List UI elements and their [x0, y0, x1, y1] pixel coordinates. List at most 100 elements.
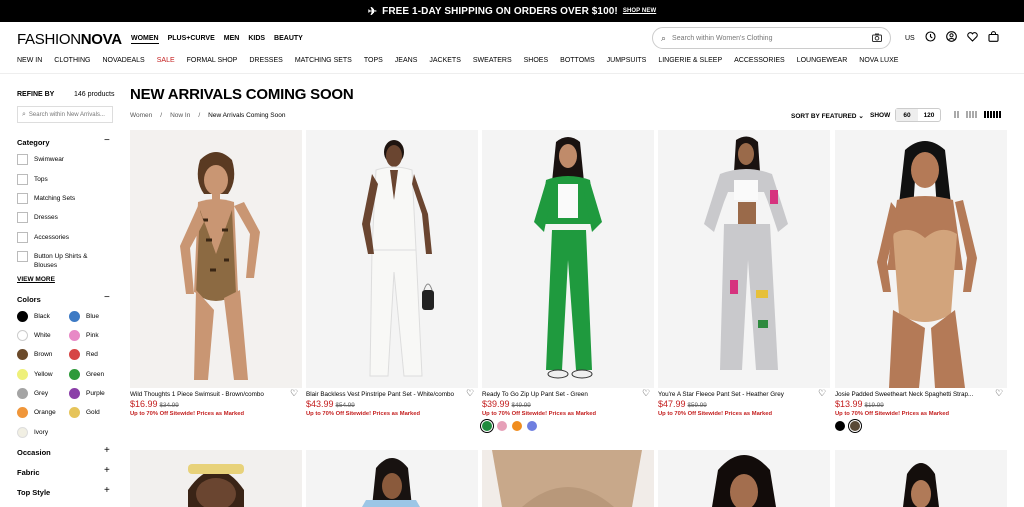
- collapse-icon[interactable]: −: [104, 136, 110, 146]
- product-name[interactable]: Blair Backless Vest Pinstripe Pant Set -…: [306, 391, 466, 398]
- color-option-red[interactable]: Red: [69, 349, 98, 360]
- product-name[interactable]: Wild Thoughts 1 Piece Swimsuit - Brown/c…: [130, 391, 290, 398]
- category-option[interactable]: Swimwear: [17, 154, 104, 165]
- expand-icon[interactable]: +: [104, 466, 110, 476]
- nav-women[interactable]: WOMEN: [131, 35, 159, 44]
- checkbox[interactable]: [17, 232, 28, 243]
- product-image[interactable]: [130, 130, 302, 388]
- product-image[interactable]: [306, 450, 478, 507]
- wishlist-heart-icon[interactable]: ♡: [818, 389, 826, 398]
- catnav-sale[interactable]: SALE: [157, 57, 175, 64]
- product-card[interactable]: Wild Thoughts 1 Piece Swimsuit - Brown/c…: [130, 130, 302, 417]
- product-image[interactable]: [306, 130, 478, 388]
- catnav-loungewear[interactable]: LOUNGEWEAR: [797, 57, 848, 64]
- catnav-jumpsuits[interactable]: JUMPSUITS: [607, 57, 647, 64]
- product-image[interactable]: [482, 130, 654, 388]
- occasion-filter-title[interactable]: Occasion: [17, 448, 51, 457]
- collapse-icon[interactable]: −: [104, 293, 110, 303]
- checkbox[interactable]: [17, 212, 28, 223]
- catnav-tops[interactable]: TOPS: [364, 57, 383, 64]
- category-option[interactable]: Matching Sets: [17, 193, 104, 204]
- product-name[interactable]: You're A Star Fleece Pant Set - Heather …: [658, 391, 818, 398]
- grid-2-icon[interactable]: [954, 111, 959, 118]
- shopping-bag-icon[interactable]: [988, 31, 999, 45]
- show-120-option[interactable]: 120: [918, 109, 940, 121]
- nav-kids[interactable]: KIDS: [248, 35, 265, 44]
- checkbox[interactable]: [17, 174, 28, 185]
- swatch-orange[interactable]: [512, 421, 522, 431]
- checkbox[interactable]: [17, 251, 28, 262]
- shop-new-link[interactable]: SHOP NEW: [623, 8, 656, 14]
- product-image[interactable]: [130, 450, 302, 507]
- catnav-new-in[interactable]: NEW IN: [17, 57, 42, 64]
- grid-3-icon[interactable]: [966, 111, 977, 118]
- checkbox[interactable]: [17, 154, 28, 165]
- swatch-blue[interactable]: [527, 421, 537, 431]
- swatch-black[interactable]: [835, 421, 845, 431]
- catnav-matching-sets[interactable]: MATCHING SETS: [295, 57, 352, 64]
- category-option[interactable]: Button Up Shirts & Blouses: [17, 251, 104, 270]
- history-icon[interactable]: [925, 31, 936, 45]
- color-option-pink[interactable]: Pink: [69, 330, 99, 341]
- sidebar-search-input[interactable]: ⌕ Search within New Arrivals...: [17, 106, 113, 123]
- wishlist-heart-icon[interactable]: ♡: [290, 389, 298, 398]
- category-filter-title[interactable]: Category: [17, 138, 50, 147]
- color-option-gold[interactable]: Gold: [69, 407, 100, 418]
- show-60-option[interactable]: 60: [896, 109, 918, 121]
- expand-icon[interactable]: +: [104, 446, 110, 456]
- product-name[interactable]: Josie Padded Sweetheart Neck Spaghetti S…: [835, 391, 995, 398]
- nav-beauty[interactable]: BEAUTY: [274, 35, 303, 44]
- catnav-novadeals[interactable]: NOVADEALS: [102, 57, 144, 64]
- checkbox[interactable]: [17, 193, 28, 204]
- color-option-black[interactable]: Black: [17, 311, 50, 322]
- locale-selector[interactable]: US: [905, 35, 915, 42]
- product-name[interactable]: Ready To Go Zip Up Pant Set - Green: [482, 391, 642, 398]
- catnav-lingerie-sleep[interactable]: LINGERIE & SLEEP: [658, 57, 722, 64]
- camera-icon[interactable]: [872, 33, 882, 44]
- product-image[interactable]: [658, 450, 830, 507]
- nav-plus-curve[interactable]: PLUS+CURVE: [168, 35, 215, 44]
- view-more-link[interactable]: VIEW MORE: [17, 276, 55, 283]
- search-input[interactable]: ⌕ Search within Women's Clothing: [652, 27, 891, 49]
- swatch-pink[interactable]: [497, 421, 507, 431]
- color-option-yellow[interactable]: Yellow: [17, 369, 53, 380]
- product-image[interactable]: [835, 450, 1007, 507]
- swatch-brown[interactable]: [850, 421, 860, 431]
- product-image[interactable]: [482, 450, 654, 507]
- fabric-filter-title[interactable]: Fabric: [17, 468, 40, 477]
- color-option-brown[interactable]: Brown: [17, 349, 52, 360]
- colors-filter-title[interactable]: Colors: [17, 295, 41, 304]
- catnav-nova-luxe[interactable]: NOVA LUXE: [859, 57, 898, 64]
- breadcrumb-now-in[interactable]: Now In: [170, 112, 190, 119]
- product-card[interactable]: Blair Backless Vest Pinstripe Pant Set -…: [306, 130, 478, 417]
- wishlist-heart-icon[interactable]: ♡: [466, 389, 474, 398]
- site-logo[interactable]: FASHIONNOVA: [17, 31, 122, 48]
- breadcrumb-women[interactable]: Women: [130, 112, 152, 119]
- catnav-clothing[interactable]: CLOTHING: [54, 57, 90, 64]
- color-option-green[interactable]: Green: [69, 369, 104, 380]
- swatch-green[interactable]: [482, 421, 492, 431]
- color-option-blue[interactable]: Blue: [69, 311, 99, 322]
- catnav-dresses[interactable]: DRESSES: [249, 57, 282, 64]
- promo-banner[interactable]: ✈ FREE 1-DAY SHIPPING ON ORDERS OVER $10…: [0, 0, 1024, 22]
- product-image[interactable]: [658, 130, 830, 388]
- catnav-accessories[interactable]: ACCESSORIES: [734, 57, 785, 64]
- color-option-orange[interactable]: Orange: [17, 407, 56, 418]
- account-icon[interactable]: [945, 31, 957, 45]
- grid-4-icon[interactable]: [984, 111, 1001, 118]
- nav-men[interactable]: MEN: [224, 35, 240, 44]
- catnav-jeans[interactable]: JEANS: [395, 57, 418, 64]
- catnav-jackets[interactable]: JACKETS: [429, 57, 461, 64]
- wishlist-heart-icon[interactable]: ♡: [995, 389, 1003, 398]
- expand-icon[interactable]: +: [104, 486, 110, 496]
- color-option-grey[interactable]: Grey: [17, 388, 48, 399]
- catnav-shoes[interactable]: SHOES: [524, 57, 549, 64]
- sort-dropdown[interactable]: SORT BY FEATURED ⌄: [791, 112, 864, 120]
- category-option[interactable]: Dresses: [17, 212, 104, 223]
- category-option[interactable]: Tops: [17, 174, 104, 185]
- catnav-bottoms[interactable]: BOTTOMS: [560, 57, 594, 64]
- color-option-purple[interactable]: Purple: [69, 388, 105, 399]
- wishlist-heart-icon[interactable]: ♡: [642, 389, 650, 398]
- color-option-ivory[interactable]: Ivory: [17, 427, 48, 438]
- product-card[interactable]: Ready To Go Zip Up Pant Set - Green ♡ $3…: [482, 130, 654, 431]
